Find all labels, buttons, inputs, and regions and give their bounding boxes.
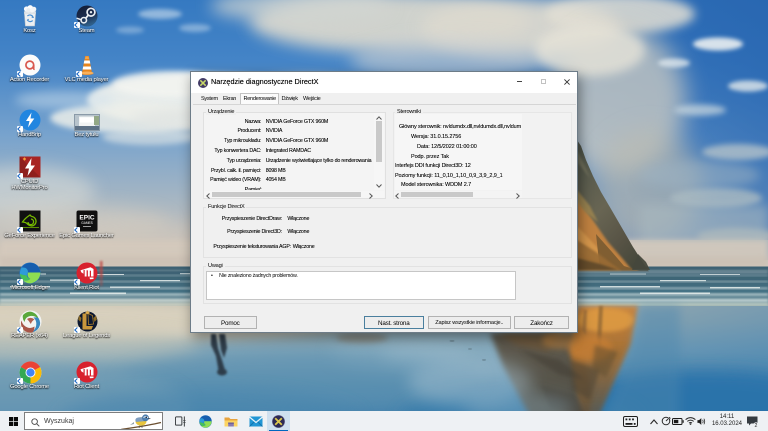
svg-text:2: 2 (755, 423, 758, 428)
svg-text:GAMES: GAMES (81, 221, 93, 225)
